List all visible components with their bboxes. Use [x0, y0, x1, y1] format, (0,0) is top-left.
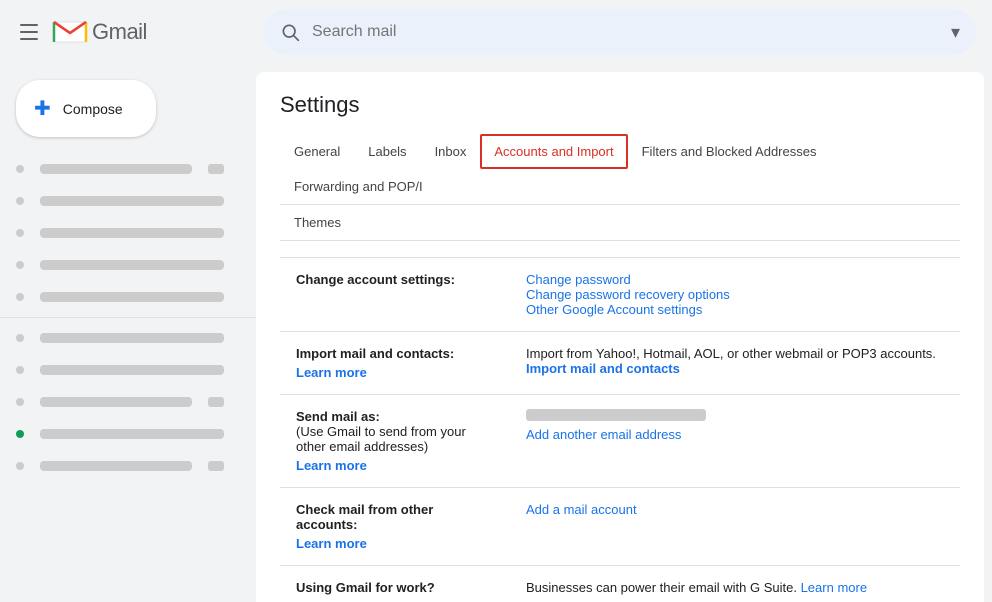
sidebar-item-6[interactable] — [0, 322, 240, 354]
search-dropdown-icon[interactable]: ▾ — [951, 22, 960, 43]
settings-title: Settings — [280, 92, 960, 118]
other-google-account-link[interactable]: Other Google Account settings — [526, 302, 702, 317]
row-change-account: Change account settings: Change password… — [280, 258, 960, 332]
gmail-work-description: Businesses can power their email with G … — [526, 580, 801, 595]
compose-button[interactable]: ✚ Compose — [16, 80, 156, 137]
import-mail-label: Import mail and contacts: — [296, 346, 454, 361]
tab-filters[interactable]: Filters and Blocked Addresses — [628, 134, 831, 169]
search-input[interactable] — [312, 23, 951, 41]
compose-label: Compose — [63, 101, 123, 117]
search-icon — [280, 22, 300, 42]
sidebar-dot-3 — [16, 229, 24, 237]
gmail-logo: Gmail — [52, 18, 147, 46]
tab-accounts-and-import[interactable]: Accounts and Import — [480, 134, 627, 169]
sidebar-item-7[interactable] — [0, 354, 240, 386]
sidebar-item-3[interactable] — [0, 217, 240, 249]
sidebar-dot-5 — [16, 293, 24, 301]
sidebar-divider-1 — [0, 317, 256, 318]
add-another-email-link[interactable]: Add another email address — [526, 427, 681, 442]
row-send-mail: Send mail as: (Use Gmail to send from yo… — [280, 395, 960, 488]
search-bar[interactable]: ▾ — [264, 9, 976, 55]
main-layout: ✚ Compose — [0, 64, 992, 602]
sidebar-item-10[interactable] — [0, 450, 240, 482]
gmail-m-icon — [52, 18, 88, 46]
tab-forwarding[interactable]: Forwarding and POP/I — [280, 169, 437, 204]
sidebar-text-1 — [40, 164, 192, 174]
sidebar-count-8 — [208, 397, 224, 407]
row-check-mail: Check mail from other accounts: Learn mo… — [280, 488, 960, 566]
import-learn-more-link[interactable]: Learn more — [296, 365, 494, 380]
sidebar-dot-7 — [16, 366, 24, 374]
gmail-work-learn-more-link[interactable]: Learn more — [801, 580, 867, 595]
settings-content: Settings General Labels Inbox Accounts a… — [256, 72, 984, 602]
topbar-left: Gmail — [16, 18, 256, 46]
topbar: Gmail ▾ — [0, 0, 992, 64]
row-import-mail: Import mail and contacts: Learn more Imp… — [280, 332, 960, 395]
gmail-work-label: Using Gmail for work? — [296, 580, 435, 595]
settings-tabs: General Labels Inbox Accounts and Import… — [280, 134, 960, 205]
row-gmail-work: Using Gmail for work? Businesses can pow… — [280, 566, 960, 602]
change-password-recovery-link[interactable]: Change password recovery options — [526, 287, 730, 302]
sidebar-text-8 — [40, 397, 192, 407]
tab-inbox[interactable]: Inbox — [421, 134, 481, 169]
sidebar-dot-9 — [16, 430, 24, 438]
send-mail-description: (Use Gmail to send from your other email… — [296, 424, 466, 454]
sidebar-text-6 — [40, 333, 224, 343]
tab-labels[interactable]: Labels — [354, 134, 420, 169]
sidebar-dot-2 — [16, 197, 24, 205]
sidebar-text-5 — [40, 292, 224, 302]
hamburger-menu-icon[interactable] — [16, 20, 40, 44]
sidebar-text-3 — [40, 228, 224, 238]
sidebar-dot-8 — [16, 398, 24, 406]
sidebar-text-2 — [40, 196, 224, 206]
import-description: Import from Yahoo!, Hotmail, AOL, or oth… — [526, 346, 936, 361]
sidebar-item-8[interactable] — [0, 386, 240, 418]
sidebar-text-10 — [40, 461, 192, 471]
send-mail-learn-more-link[interactable]: Learn more — [296, 458, 494, 473]
sidebar-text-7 — [40, 365, 224, 375]
sidebar-item-5[interactable] — [0, 281, 240, 313]
tab-general[interactable]: General — [280, 134, 354, 169]
blurred-email — [526, 409, 706, 421]
sidebar-dot-4 — [16, 261, 24, 269]
import-mail-contacts-link[interactable]: Import mail and contacts — [526, 361, 680, 376]
settings-table: Change account settings: Change password… — [280, 257, 960, 602]
change-password-link[interactable]: Change password — [526, 272, 631, 287]
sidebar-dot-1 — [16, 165, 24, 173]
sidebar-text-4 — [40, 260, 224, 270]
sidebar-count-1 — [208, 164, 224, 174]
check-mail-label: Check mail from other accounts: — [296, 502, 433, 532]
tab-themes[interactable]: Themes — [280, 205, 355, 240]
compose-plus-icon: ✚ — [34, 96, 51, 121]
sidebar-item-2[interactable] — [0, 185, 240, 217]
sidebar-text-9 — [40, 429, 224, 439]
sidebar-item-4[interactable] — [0, 249, 240, 281]
sidebar: ✚ Compose — [0, 64, 256, 602]
check-mail-learn-more-link[interactable]: Learn more — [296, 536, 494, 551]
send-mail-label: Send mail as: — [296, 409, 380, 424]
gmail-label: Gmail — [92, 19, 147, 45]
change-account-label: Change account settings: — [296, 272, 455, 287]
sidebar-item-9[interactable] — [0, 418, 240, 450]
sidebar-dot-10 — [16, 462, 24, 470]
add-mail-account-link[interactable]: Add a mail account — [526, 502, 637, 517]
sidebar-item-1[interactable] — [0, 153, 240, 185]
sidebar-dot-6 — [16, 334, 24, 342]
sidebar-count-10 — [208, 461, 224, 471]
